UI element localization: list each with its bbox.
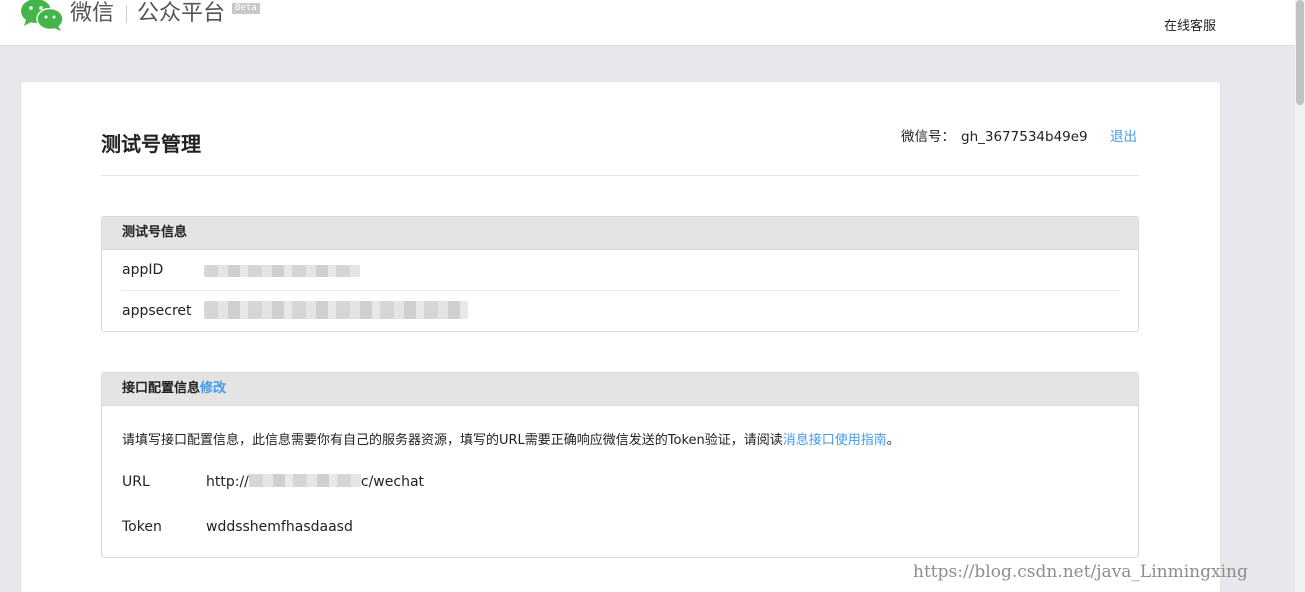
interface-config-heading: 接口配置信息修改 bbox=[102, 373, 1138, 406]
config-description: 请填写接口配置信息，此信息需要你有自己的服务器资源，填写的URL需要正确响应微信… bbox=[122, 429, 900, 448]
url-suffix: c/wechat bbox=[360, 474, 425, 490]
account-value: gh_3677534b49e9 bbox=[961, 129, 1088, 145]
top-bar: 微信 公众平台 Beta 在线客服 bbox=[0, 0, 1295, 46]
row-divider bbox=[122, 290, 1119, 291]
brand-subtitle: 公众平台 bbox=[137, 1, 226, 26]
appid-value-redacted bbox=[204, 265, 360, 277]
online-service-link[interactable]: 在线客服 bbox=[1164, 15, 1216, 34]
interface-config-title: 接口配置信息 bbox=[122, 381, 201, 396]
appsecret-label: appsecret bbox=[122, 303, 192, 319]
brand-divider bbox=[126, 5, 127, 23]
wechat-logo-icon[interactable] bbox=[20, 0, 64, 32]
url-label: URL bbox=[122, 474, 150, 490]
edit-config-link[interactable]: 修改 bbox=[200, 381, 226, 396]
appid-label: appID bbox=[122, 262, 164, 278]
message-api-guide-link[interactable]: 消息接口使用指南 bbox=[783, 433, 887, 448]
url-redacted bbox=[248, 474, 361, 487]
scrollbar[interactable] bbox=[1295, 0, 1305, 592]
logout-link[interactable]: 退出 bbox=[1110, 125, 1137, 145]
test-account-heading: 测试号信息 bbox=[102, 217, 1138, 250]
account-label: 微信号： bbox=[901, 129, 955, 145]
watermark: https://blog.csdn.net/java_Linmingxing bbox=[913, 562, 1248, 582]
config-description-text: 请填写接口配置信息，此信息需要你有自己的服务器资源，填写的URL需要正确响应微信… bbox=[122, 433, 783, 448]
main-card: 测试号管理 微信号： gh_3677534b49e9 退出 测试号信息 appID… bbox=[20, 81, 1221, 592]
title-divider bbox=[101, 175, 1139, 176]
token-label: Token bbox=[122, 519, 162, 535]
scrollbar-thumb[interactable] bbox=[1296, 0, 1304, 105]
test-account-panel: 测试号信息 appID appsecret bbox=[101, 216, 1139, 332]
config-description-end: 。 bbox=[886, 433, 900, 448]
url-value: http:// c/wechat bbox=[206, 474, 424, 490]
url-prefix: http:// bbox=[206, 474, 249, 490]
brand-name: 微信 bbox=[70, 1, 115, 26]
interface-config-panel: 接口配置信息修改 请填写接口配置信息，此信息需要你有自己的服务器资源，填写的UR… bbox=[101, 372, 1139, 558]
appsecret-value-redacted bbox=[204, 301, 468, 319]
token-value: wddsshemfhasdaasd bbox=[206, 519, 353, 535]
beta-badge: Beta bbox=[232, 3, 260, 14]
page-title: 测试号管理 bbox=[101, 132, 201, 156]
account-info: 微信号： gh_3677534b49e9 bbox=[901, 125, 1088, 145]
